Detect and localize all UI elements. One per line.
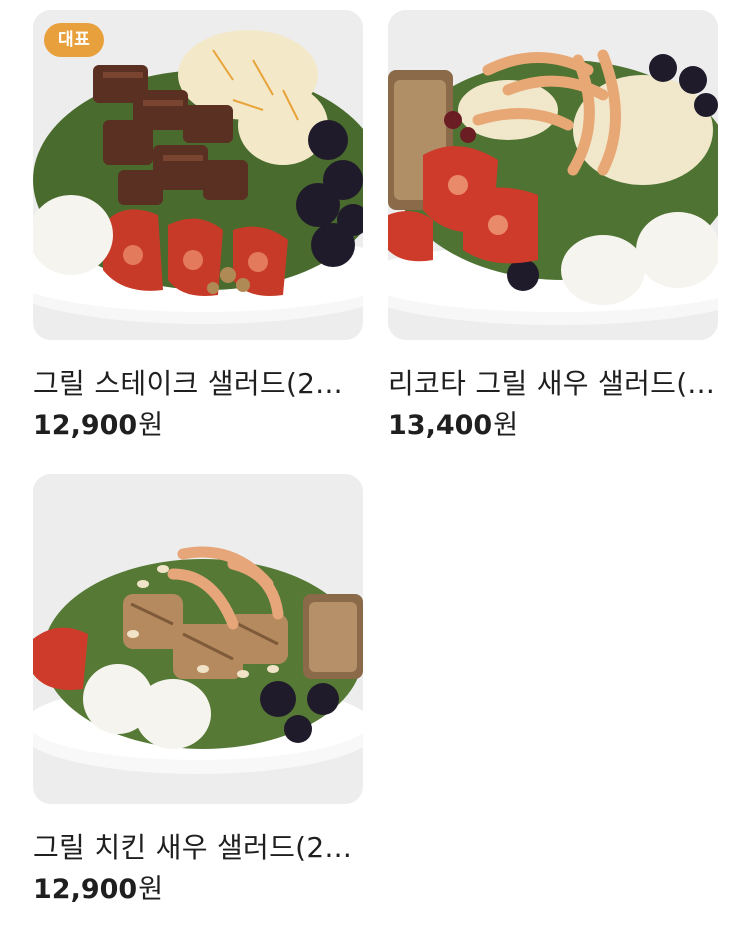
menu-item-name: 그릴 스테이크 샐러드(2... [33,367,343,400]
chicken-shrimp-salad-photo [33,474,363,804]
menu-item-name: 그릴 치킨 새우 샐러드(2... [33,831,353,864]
price-value: 13,400 [388,410,493,441]
menu-item-image[interactable] [388,10,718,340]
representative-badge: 대표 [44,23,105,57]
menu-item-card[interactable]: 대표 그릴 스테이크 샐러드(2... 12,900원 [33,10,363,444]
menu-item-card[interactable]: 리코타 그릴 새우 샐러드(... 13,400원 [388,10,718,444]
steak-salad-photo [33,10,363,340]
menu-item-image[interactable] [33,474,363,804]
price-currency: 원 [493,410,519,441]
menu-item-price: 12,900원 [33,408,363,444]
menu-grid: 대표 그릴 스테이크 샐러드(2... 12,900원 리코타 그릴 새우 샐러… [0,0,748,945]
price-currency: 원 [138,410,164,441]
menu-item-card[interactable]: 그릴 치킨 새우 샐러드(2... 12,900원 [33,474,363,908]
menu-item-price: 12,900원 [33,872,363,908]
price-value: 12,900 [33,410,138,441]
menu-item-price: 13,400원 [388,408,718,444]
menu-item-name: 리코타 그릴 새우 샐러드(... [388,367,716,400]
menu-item-image[interactable]: 대표 [33,10,363,340]
price-currency: 원 [138,874,164,905]
price-value: 12,900 [33,874,138,905]
shrimp-salad-photo [388,10,718,340]
